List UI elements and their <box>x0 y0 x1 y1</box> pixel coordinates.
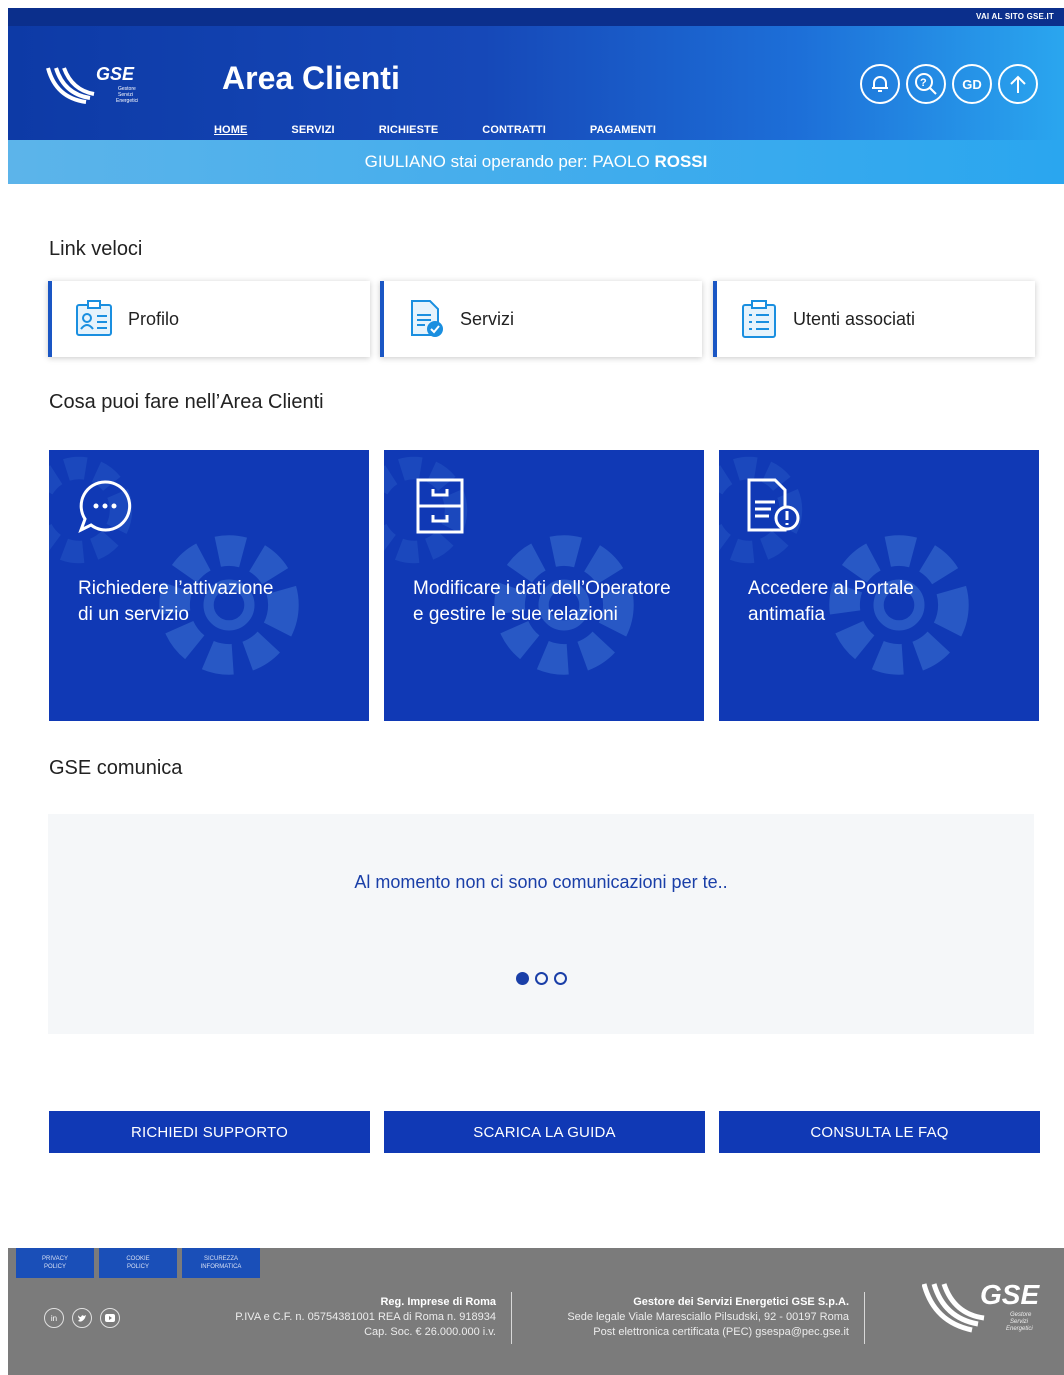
comms-title: GSE comunica <box>49 757 183 779</box>
actions-title: Cosa puoi fare nell’Area Clienti <box>49 391 324 413</box>
gse-logo[interactable]: GSE Gestore Servizi Energetici <box>46 58 146 108</box>
footer-links: PRIVACY POLICY COOKIE POLICY SICUREZZA INFO… <box>16 1248 260 1278</box>
registry-line: Cap. Soc. € 26.000.000 i.v. <box>364 1326 496 1338</box>
footer-link-text: INFORMATICA <box>200 1264 242 1270</box>
company-line: Sede legale Viale Maresciallo Pilsudski,… <box>567 1311 849 1323</box>
footer-link-text: PRIVACY <box>42 1256 68 1262</box>
consulta-faq-button[interactable]: CONSULTA LE FAQ <box>719 1111 1040 1153</box>
cookie-policy-link[interactable]: COOKIE POLICY <box>99 1248 177 1278</box>
tile-label-line: Modificare i dati dell’Operatore <box>413 578 671 599</box>
comms-message: Al momento non ci sono comunicazioni per… <box>354 872 728 892</box>
carousel-dot[interactable] <box>553 972 567 985</box>
linkedin-icon[interactable]: in <box>44 1308 64 1328</box>
tile-label: Accedere al Portale antimafia <box>748 576 1038 628</box>
user-initials-icon[interactable]: GD <box>952 64 992 104</box>
svg-text:GSE: GSE <box>96 64 135 84</box>
main-nav: HOME SERVIZI RICHIESTE CONTRATTI PAGAMEN… <box>214 124 700 136</box>
notifications-icon[interactable] <box>860 64 900 104</box>
document-check-icon <box>411 300 443 337</box>
quick-links-title: Link veloci <box>49 238 143 260</box>
nav-servizi[interactable]: SERVIZI <box>291 124 334 136</box>
app-header: VAI AL SITO GSE.IT GSE Gestore Servizi E… <box>8 8 1064 140</box>
carousel-dots <box>48 972 1034 985</box>
quick-link-label: Profilo <box>128 308 180 329</box>
svg-text:GSE: GSE <box>980 1279 1040 1310</box>
tile-label-line: e gestire le sue relazioni <box>413 604 618 625</box>
richiedi-supporto-button[interactable]: RICHIEDI SUPPORTO <box>49 1111 370 1153</box>
help-icon[interactable]: ? <box>906 64 946 104</box>
youtube-icon[interactable] <box>100 1308 120 1328</box>
company-title: Gestore dei Servizi Energetici GSE S.p.A… <box>633 1296 849 1308</box>
svg-text:Energetici: Energetici <box>116 98 138 104</box>
footer-divider <box>511 1292 512 1344</box>
profile-card-icon <box>76 300 112 336</box>
svg-text:?: ? <box>920 77 927 89</box>
quick-link-profilo[interactable]: Profilo <box>48 281 370 357</box>
upload-icon[interactable] <box>998 64 1038 104</box>
comms-carousel: Al momento non ci sono comunicazioni per… <box>48 814 1034 1034</box>
operator-surname: ROSSI <box>654 152 708 171</box>
svg-text:Servizi: Servizi <box>1010 1319 1029 1325</box>
gse-site-link[interactable]: VAI AL SITO GSE.IT <box>976 12 1054 21</box>
tile-richiedere-attivazione[interactable]: Richiedere l’attivazione di un servizio <box>49 450 369 721</box>
company-info: Gestore dei Servizi Energetici GSE S.p.A… <box>567 1295 849 1340</box>
file-cabinet-icon <box>416 478 464 534</box>
chat-bubble-icon <box>78 480 132 534</box>
quick-link-servizi[interactable]: Servizi <box>380 281 702 357</box>
top-bar: VAI AL SITO GSE.IT <box>8 8 1064 26</box>
scarica-guida-button[interactable]: SCARICA LA GUIDA <box>384 1111 705 1153</box>
svg-text:Gestore: Gestore <box>1010 1312 1032 1318</box>
tile-label-line: Richiedere l’attivazione <box>78 578 274 599</box>
company-line: Post elettronica certificata (PEC) gsesp… <box>593 1326 849 1338</box>
quick-link-utenti-associati[interactable]: Utenti associati <box>713 281 1035 357</box>
tile-portale-antimafia[interactable]: Accedere al Portale antimafia <box>719 450 1039 721</box>
footer-divider <box>864 1292 865 1344</box>
privacy-policy-link[interactable]: PRIVACY POLICY <box>16 1248 94 1278</box>
header-actions: ? GD <box>860 64 1038 104</box>
quick-link-label: Utenti associati <box>793 308 916 329</box>
footer-link-text: SICUREZZA <box>203 1256 238 1262</box>
registry-info: Reg. Imprese di Roma P.IVA e C.F. n. 057… <box>235 1295 496 1340</box>
tile-label-line: antimafia <box>748 604 826 625</box>
social-links: in <box>44 1308 120 1328</box>
carousel-dot[interactable] <box>534 972 548 985</box>
operator-name: PAOLO <box>592 152 650 171</box>
tile-label: Modificare i dati dell’Operatore e gesti… <box>413 576 703 628</box>
sicurezza-informatica-link[interactable]: SICUREZZA INFORMATICA <box>182 1248 260 1278</box>
tile-label-line: di un servizio <box>78 604 189 625</box>
footer: PRIVACY POLICY COOKIE POLICY SICUREZZA INFO… <box>8 1248 1064 1375</box>
clipboard-list-icon <box>742 300 776 338</box>
quick-link-label: Servizi <box>460 308 515 329</box>
tile-label-line: Accedere al Portale <box>748 578 914 599</box>
footer-link-text: POLICY <box>43 1264 66 1270</box>
operating-user: GIULIANO <box>364 152 446 171</box>
tile-modificare-dati-operatore[interactable]: Modificare i dati dell’Operatore e gesti… <box>384 450 704 721</box>
footer-link-text: COOKIE <box>126 1256 150 1262</box>
operator-bar: GIULIANO stai operando per: PAOLO ROSSI <box>8 140 1064 184</box>
nav-home[interactable]: HOME <box>214 124 247 136</box>
tile-label: Richiedere l’attivazione di un servizio <box>78 576 368 628</box>
page-title: Area Clienti <box>222 60 400 96</box>
nav-richieste[interactable]: RICHIESTE <box>379 124 439 136</box>
carousel-dot[interactable] <box>515 972 529 985</box>
nav-contratti[interactable]: CONTRATTI <box>482 124 546 136</box>
operating-text: stai operando per: <box>450 152 588 171</box>
nav-pagamenti[interactable]: PAGAMENTI <box>590 124 656 136</box>
svg-text:Energetici: Energetici <box>1006 1326 1033 1332</box>
registry-title: Reg. Imprese di Roma <box>380 1296 496 1308</box>
gse-footer-logo[interactable]: GSE Gestore Servizi Energetici <box>922 1278 1042 1338</box>
document-alert-icon <box>747 478 800 532</box>
registry-line: P.IVA e C.F. n. 05754381001 REA di Roma … <box>235 1311 496 1323</box>
twitter-icon[interactable] <box>72 1308 92 1328</box>
footer-link-text: POLICY <box>126 1264 149 1270</box>
